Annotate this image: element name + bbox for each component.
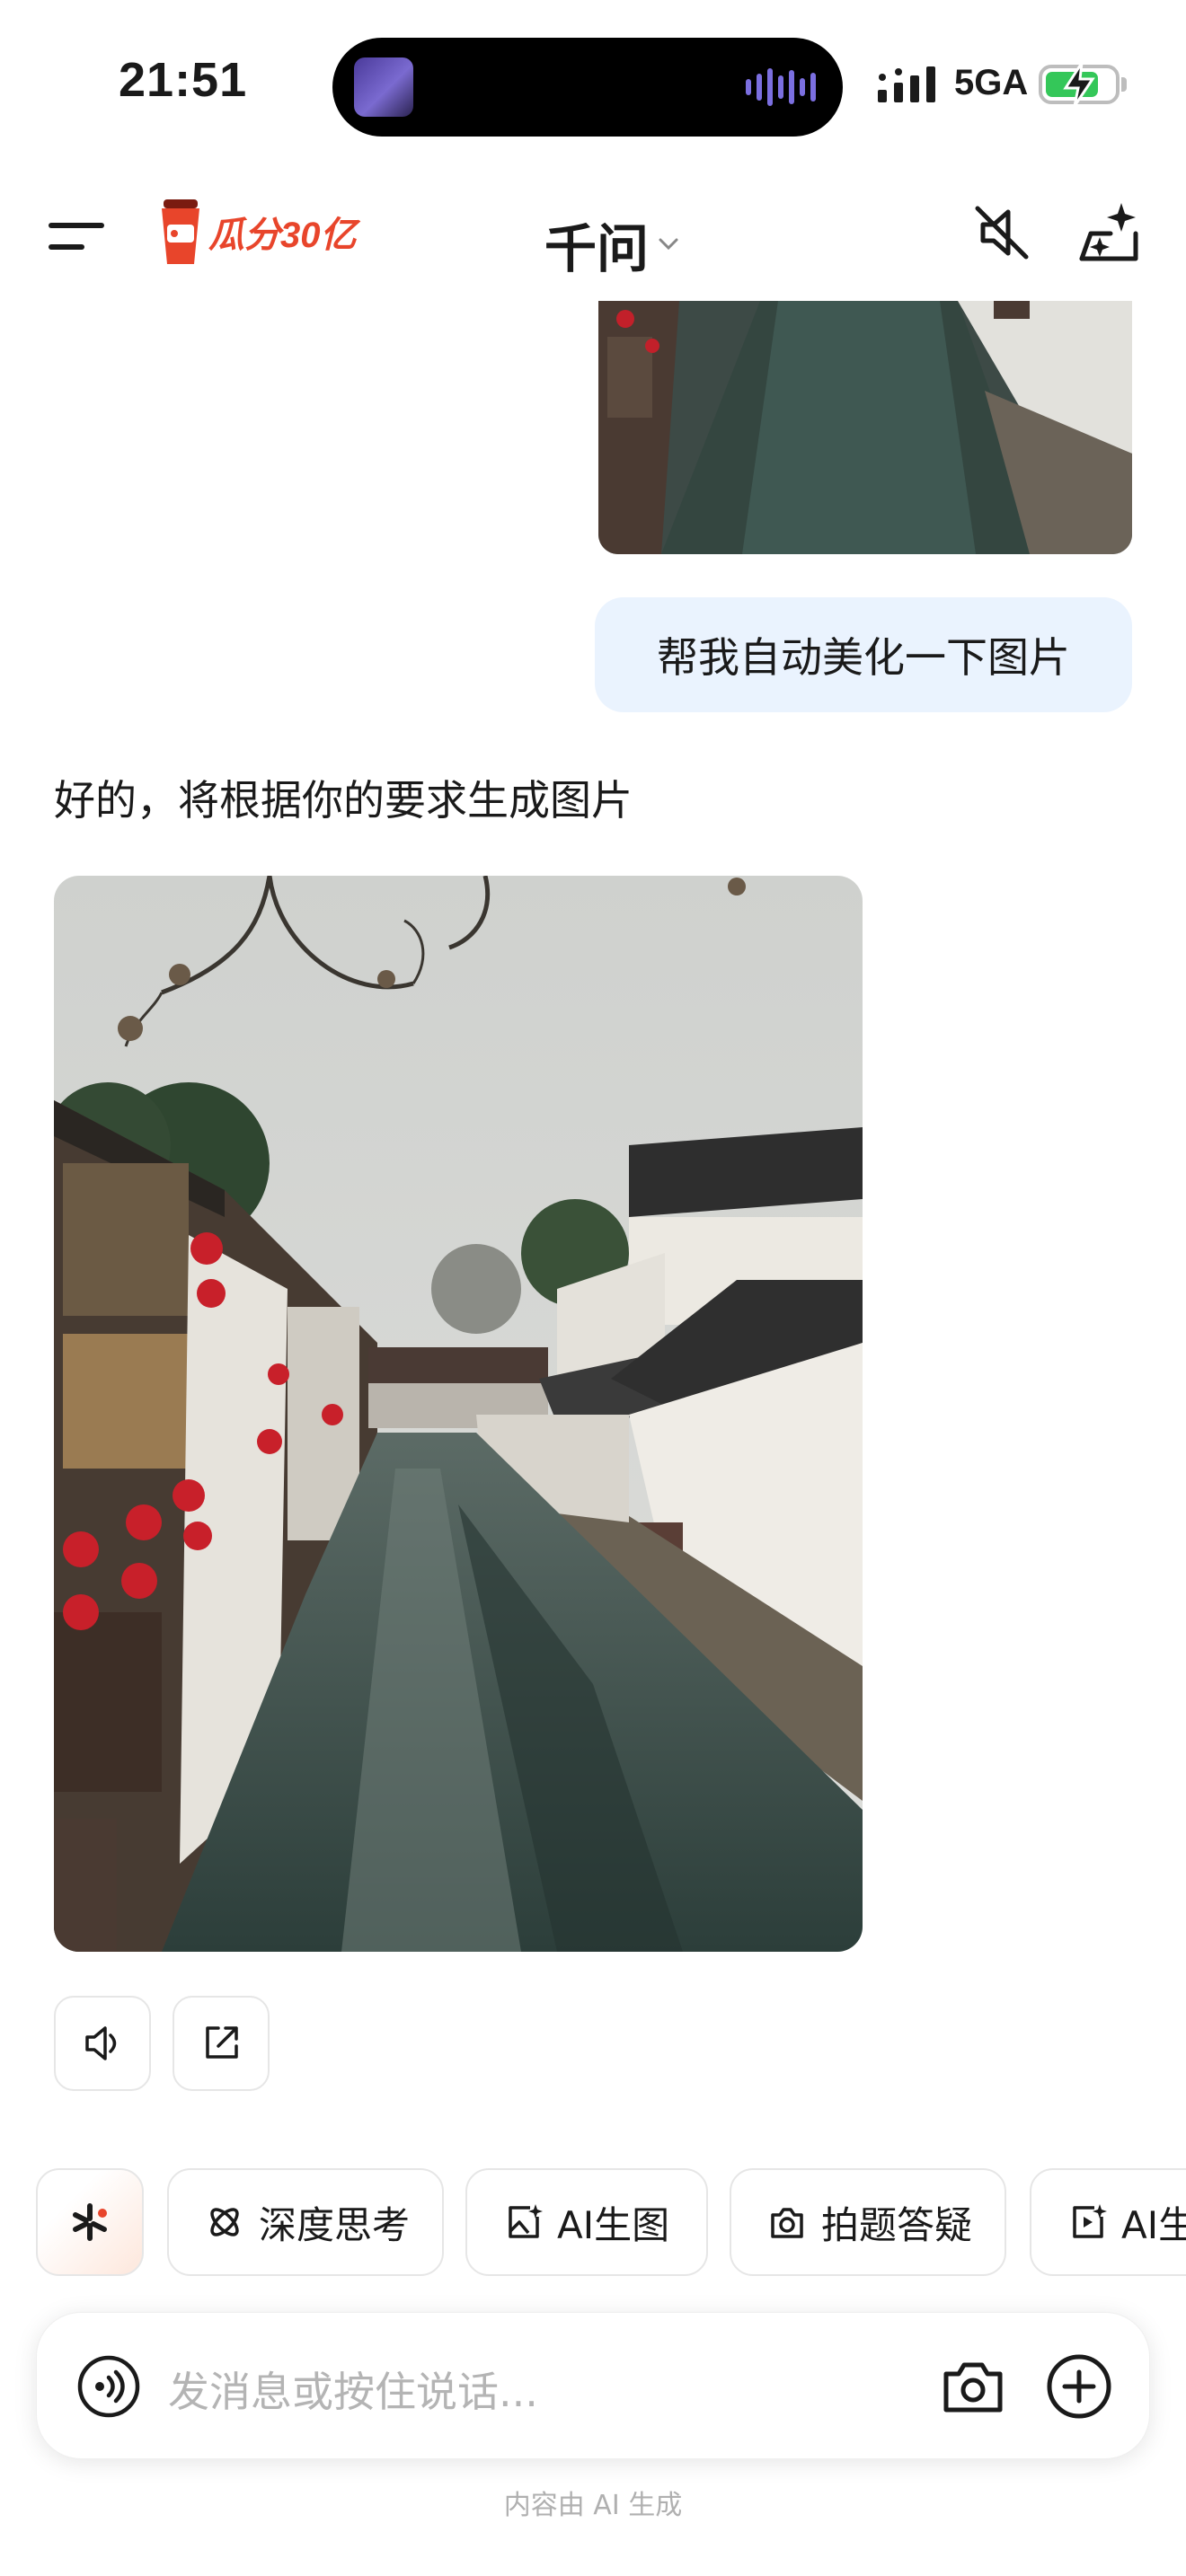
deep-think-icon	[210, 2208, 239, 2236]
promo-label: 瓜分30亿	[208, 216, 357, 255]
chip-photo-question[interactable]: 拍题答疑	[730, 2168, 1006, 2276]
asterisk-icon	[73, 2203, 107, 2241]
new-chat-sparkle-icon[interactable]	[1075, 198, 1143, 266]
chip-ai-video[interactable]: AI生	[1030, 2168, 1186, 2276]
status-time: 21:51	[119, 53, 248, 107]
dynamic-island[interactable]	[332, 38, 843, 137]
chip-label: AI生	[1121, 2202, 1186, 2247]
user-message-bubble[interactable]: 帮我自动美化一下图片	[595, 597, 1132, 712]
user-uploaded-image[interactable]	[598, 301, 1132, 554]
voice-input-icon[interactable]	[76, 2354, 141, 2419]
status-bar: 21:51 5GA	[0, 0, 1186, 171]
chip-ai-image[interactable]: AI生图	[465, 2168, 708, 2276]
signal-strength-icon	[878, 66, 935, 102]
app-header: 瓜分30亿 千问	[0, 180, 1186, 296]
ai-disclaimer: 内容由 AI 生成	[503, 2490, 683, 2521]
promo-badge[interactable]: 瓜分30亿	[158, 198, 357, 266]
chevron-down-icon	[659, 238, 678, 251]
share-button[interactable]	[173, 1996, 270, 2091]
chip-deep-think[interactable]: 深度思考	[167, 2168, 444, 2276]
quick-action-bar: 深度思考 AI生图 拍题答疑 AI生	[36, 2168, 1186, 2278]
tools-button[interactable]	[36, 2168, 144, 2276]
camera-icon[interactable]	[939, 2352, 1007, 2421]
audio-wave-icon	[746, 65, 816, 110]
battery-tip	[1121, 77, 1127, 92]
coffee-cup-icon	[162, 199, 199, 264]
speaker-muted-icon[interactable]	[970, 201, 1033, 264]
image-gen-icon	[509, 2204, 543, 2238]
network-type: 5GA	[954, 63, 1029, 102]
share-icon	[206, 2026, 238, 2059]
message-input[interactable]: 发消息或按住说话...	[168, 2360, 538, 2419]
chip-label: 深度思考	[259, 2202, 411, 2247]
chip-label: 拍题答疑	[821, 2202, 973, 2247]
message-input-bar[interactable]: 发消息或按住说话...	[36, 2312, 1150, 2459]
video-gen-icon	[1073, 2204, 1107, 2238]
page-title: 千问	[544, 218, 650, 279]
camera-question-icon	[771, 2208, 803, 2238]
speaker-icon	[85, 2026, 117, 2060]
assistant-message: 好的，将根据你的要求生成图片	[54, 776, 633, 825]
read-aloud-button[interactable]	[54, 1996, 151, 2091]
now-playing-artwork	[354, 57, 413, 117]
charging-bolt-icon	[1063, 62, 1095, 107]
chip-label: AI生图	[557, 2202, 670, 2247]
model-selector[interactable]: 千问	[544, 207, 679, 282]
generated-image[interactable]	[54, 876, 863, 1952]
plus-icon[interactable]	[1045, 2352, 1113, 2421]
menu-icon[interactable]	[49, 219, 104, 255]
